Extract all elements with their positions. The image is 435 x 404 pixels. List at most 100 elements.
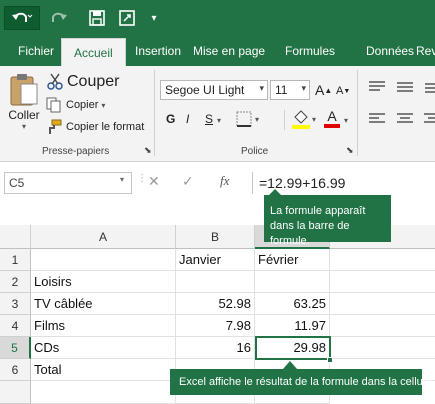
- cell-d2[interactable]: [330, 271, 435, 293]
- clipboard-icon: [10, 74, 38, 106]
- cell-d3[interactable]: [330, 293, 435, 315]
- cell-c4[interactable]: 11.97: [255, 315, 330, 337]
- cell-result-callout-pointer: [283, 361, 297, 369]
- tab-fichier[interactable]: Fichier: [18, 36, 54, 66]
- copy-dropdown-icon: ▾: [101, 100, 106, 110]
- cell-c3[interactable]: 63.25: [255, 293, 330, 315]
- align-middle-icon: [397, 82, 413, 92]
- bold-button[interactable]: G: [166, 110, 175, 128]
- tab-donnees[interactable]: Données: [366, 36, 414, 66]
- name-box[interactable]: C5: [4, 172, 132, 194]
- align-right-icon: [424, 113, 435, 123]
- cell-b4[interactable]: 7.98: [176, 315, 255, 337]
- format-painter-icon: [49, 119, 62, 134]
- row-header-6[interactable]: 6: [0, 359, 31, 381]
- align-top-button[interactable]: [368, 78, 386, 96]
- fill-handle[interactable]: [327, 357, 333, 363]
- scissors-icon: [47, 73, 63, 90]
- decrease-font-button[interactable]: A ▼: [336, 83, 350, 99]
- cell-b3[interactable]: 52.98: [176, 293, 255, 315]
- decrease-font-icon: A: [336, 85, 344, 97]
- tab-insertion[interactable]: Insertion: [135, 36, 181, 66]
- paste-label: Coller: [8, 108, 40, 122]
- borders-button[interactable]: ▾: [236, 110, 259, 128]
- font-size-value: 11: [275, 83, 288, 97]
- formula-bar-callout-pointer: [268, 189, 282, 196]
- cell-a5[interactable]: CDs: [31, 337, 176, 359]
- cancel-formula-button[interactable]: ✕: [148, 173, 160, 190]
- enter-formula-button[interactable]: ✓: [182, 173, 194, 190]
- cell-b5[interactable]: 16: [176, 337, 255, 359]
- ribbon-separator: [284, 110, 285, 130]
- cut-button[interactable]: Couper: [46, 72, 119, 92]
- align-bottom-icon: [425, 83, 435, 93]
- tab-formules[interactable]: Formules: [285, 36, 335, 66]
- cell-c1[interactable]: Février: [255, 249, 330, 271]
- undo-icon: [12, 12, 33, 22]
- formula-bar-callout: La formule apparaît dans la barre de for…: [264, 195, 391, 247]
- paste-dropdown-icon: ▾: [21, 122, 26, 131]
- align-right-button[interactable]: [424, 110, 435, 128]
- cell-b1[interactable]: Janvier: [176, 249, 255, 271]
- align-center-icon: [397, 113, 413, 123]
- align-left-button[interactable]: [368, 110, 386, 128]
- cell-a3[interactable]: TV câblée: [31, 293, 176, 315]
- cell-b2[interactable]: [176, 271, 255, 293]
- underline-dropdown-icon[interactable]: ▾: [217, 114, 221, 126]
- align-middle-button[interactable]: [396, 78, 414, 96]
- align-center-button[interactable]: [396, 110, 414, 128]
- undo-button[interactable]: [4, 6, 40, 30]
- cell-d4[interactable]: [330, 315, 435, 337]
- name-box-dropdown-icon[interactable]: ▾: [120, 175, 124, 184]
- increase-font-icon: A: [315, 82, 325, 98]
- font-name-select[interactable]: Segoe UI Light ▾: [160, 80, 268, 100]
- tab-accueil[interactable]: Accueil: [61, 38, 126, 66]
- ribbon: Coller ▾ Couper Copier ▾ Copier le forma…: [0, 66, 435, 162]
- touch-mode-button[interactable]: [116, 6, 138, 30]
- cell-a4[interactable]: Films: [31, 315, 176, 337]
- paste-button[interactable]: Coller ▾: [6, 72, 42, 142]
- font-launcher-icon[interactable]: ⬊: [346, 145, 354, 156]
- format-painter-button[interactable]: Copier le format: [46, 118, 144, 136]
- redo-button[interactable]: [44, 6, 78, 30]
- column-header-a[interactable]: A: [31, 225, 176, 249]
- row-header-1[interactable]: 1: [0, 249, 31, 271]
- cut-label: Couper: [67, 73, 120, 90]
- row-header-4[interactable]: 4: [0, 315, 31, 337]
- tab-revision[interactable]: Rev: [416, 36, 435, 66]
- font-color-icon: A: [327, 108, 337, 124]
- align-bottom-button[interactable]: [424, 78, 435, 96]
- italic-button[interactable]: I: [186, 110, 189, 128]
- font-group-label: Police: [241, 146, 269, 157]
- select-all-corner[interactable]: [0, 225, 31, 249]
- save-button[interactable]: [86, 6, 108, 30]
- clipboard-launcher-icon[interactable]: ⬊: [144, 145, 152, 156]
- row-header-2[interactable]: 2: [0, 271, 31, 293]
- font-size-select[interactable]: 11 ▾: [270, 80, 310, 100]
- ribbon-tabs: Fichier Accueil Insertion Mise en page F…: [0, 36, 435, 66]
- font-color-button[interactable]: A: [324, 108, 340, 130]
- column-header-b[interactable]: B: [176, 225, 255, 249]
- font-color-swatch: [324, 124, 340, 128]
- underline-button[interactable]: S: [205, 110, 213, 128]
- cell-a2[interactable]: Loisirs: [31, 271, 176, 293]
- ribbon-separator: [357, 70, 358, 156]
- increase-font-button[interactable]: A ▲: [315, 81, 332, 99]
- cell-a6[interactable]: Total: [31, 359, 176, 381]
- row-header-3[interactable]: 3: [0, 293, 31, 315]
- fill-color-button[interactable]: ▾: [292, 108, 316, 130]
- tab-mise-en-page[interactable]: Mise en page: [193, 36, 265, 66]
- insert-function-button[interactable]: fx: [220, 173, 229, 189]
- customize-toolbar-button[interactable]: ▾: [146, 6, 162, 30]
- font-color-dropdown-icon[interactable]: ▾: [344, 114, 348, 126]
- row-header-5[interactable]: 5: [0, 337, 31, 359]
- cell-result-callout: Excel affiche le résultat de la formule …: [170, 369, 434, 395]
- cell-a7[interactable]: [31, 381, 176, 404]
- cell-d1[interactable]: [330, 249, 435, 271]
- row-header-7[interactable]: [0, 381, 31, 404]
- cell-c2[interactable]: [255, 271, 330, 293]
- cell-d5[interactable]: [331, 337, 435, 359]
- copy-button[interactable]: Copier ▾: [46, 96, 105, 114]
- cell-a1[interactable]: [31, 249, 176, 271]
- cell-c5[interactable]: 29.98: [255, 336, 331, 360]
